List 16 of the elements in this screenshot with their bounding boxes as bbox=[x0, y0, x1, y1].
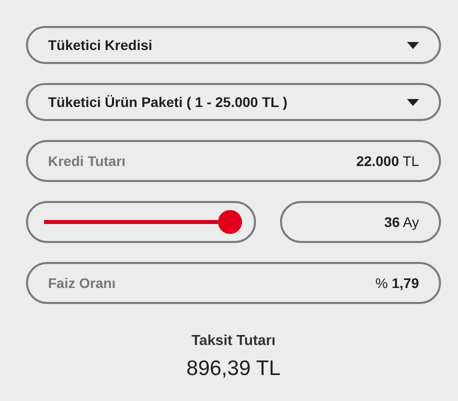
field-value: 22.000 TL bbox=[356, 152, 419, 170]
result-value: 896,39 TL bbox=[185, 356, 282, 382]
rate-field[interactable]: Faiz Oranı % 1,79 bbox=[26, 262, 441, 304]
select-field[interactable]: Tüketici Ürün Paketi ( 1 - 25.000 TL ) bbox=[26, 83, 441, 121]
term-field[interactable]: 36 Ay bbox=[280, 201, 441, 243]
field-label: Kredi Tutarı bbox=[48, 152, 126, 170]
field-label: Faiz Oranı bbox=[48, 274, 116, 292]
select-field[interactable]: Tüketici Kredisi bbox=[26, 26, 441, 64]
result-label: Taksit Tutarı bbox=[190, 332, 277, 351]
amount-field[interactable]: Kredi Tutarı 22.000 TL bbox=[26, 140, 441, 182]
slider-track[interactable] bbox=[44, 210, 242, 234]
field-value: 36 Ay bbox=[384, 212, 419, 232]
caret-icon bbox=[407, 98, 419, 106]
field-value: % 1,79 bbox=[375, 274, 419, 292]
slider-thumb[interactable] bbox=[218, 210, 242, 234]
caret-icon bbox=[407, 42, 419, 48]
